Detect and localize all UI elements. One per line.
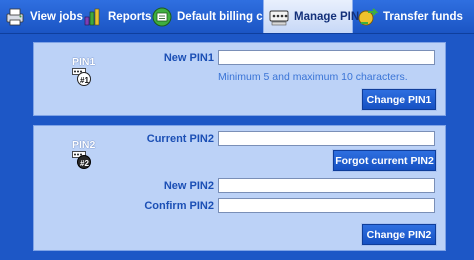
confirm-pin2-input[interactable] — [218, 198, 435, 213]
change-pin1-button[interactable]: Change PIN1 — [361, 88, 437, 111]
tab-label: Reports — [108, 10, 152, 23]
tab-label: View jobs — [30, 10, 83, 23]
tab-default-billing-code[interactable]: Default billing code — [147, 0, 283, 33]
pin2-panel: PIN2 #2 Current PIN2 Forgot current PIN2… — [33, 125, 446, 251]
change-pin2-button[interactable]: Change PIN2 — [361, 223, 437, 246]
billing-code-icon — [152, 7, 172, 26]
tab-reports[interactable]: Reports — [78, 0, 151, 33]
new-pin1-label: New PIN1 — [163, 52, 214, 64]
new-pin1-input[interactable] — [218, 50, 435, 65]
pin2-title: PIN2 — [72, 139, 96, 151]
transfer-funds-icon — [358, 7, 379, 25]
forgot-current-pin2-button[interactable]: Forgot current PIN2 — [332, 149, 437, 172]
pin1-badge: #1 — [80, 76, 89, 85]
current-pin2-label: Current PIN2 — [146, 133, 214, 145]
current-pin2-input[interactable] — [218, 131, 435, 146]
new-pin2-label: New PIN2 — [163, 180, 214, 192]
confirm-pin2-label: Confirm PIN2 — [144, 200, 214, 212]
new-pin2-input[interactable] — [218, 178, 435, 193]
tab-label: Transfer funds — [383, 10, 463, 23]
tab-manage-pins[interactable]: Manage PINs — [263, 0, 366, 33]
pin1-length-hint: Minimum 5 and maximum 10 characters. — [218, 71, 408, 83]
tab-view-jobs[interactable]: View jobs — [0, 0, 83, 33]
printer-icon — [6, 8, 24, 25]
tab-transfer-funds[interactable]: Transfer funds — [353, 0, 474, 33]
pin-keypad-icon — [269, 10, 289, 25]
pin1-panel: PIN1 #1 New PIN1 Minimum 5 and maximum 1… — [33, 42, 446, 116]
manage-pins-content: PIN1 #1 New PIN1 Minimum 5 and maximum 1… — [0, 33, 474, 260]
tab-bar: View jobs Reports Default billing code M… — [0, 0, 474, 33]
report-chart-icon — [84, 8, 100, 25]
pin1-title: PIN1 — [72, 56, 96, 68]
pin2-badge: #2 — [80, 159, 89, 168]
